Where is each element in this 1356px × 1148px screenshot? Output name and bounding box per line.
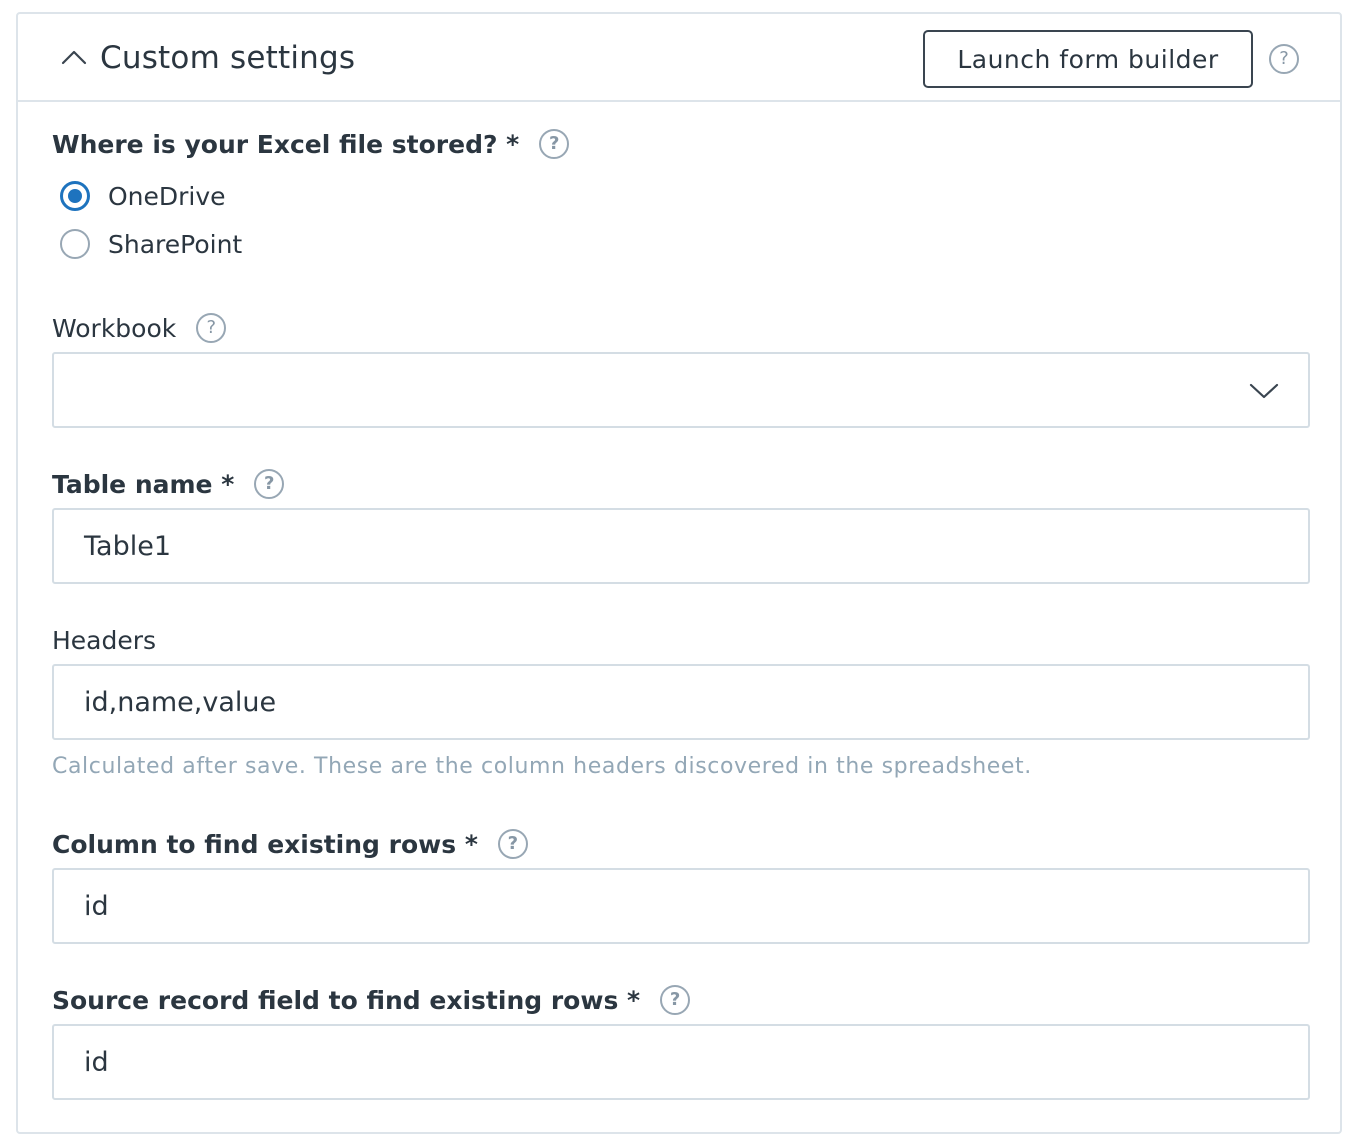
help-icon[interactable]: ? bbox=[1269, 44, 1299, 74]
headers-input[interactable]: id,name,value bbox=[52, 664, 1310, 740]
table-name-label-text: Table name * bbox=[52, 469, 235, 499]
source-field-label: Source record field to find existing row… bbox=[52, 982, 691, 1018]
table-name-label: Table name * ? bbox=[52, 466, 285, 502]
help-icon[interactable]: ? bbox=[254, 469, 285, 499]
radio-button-sharepoint[interactable] bbox=[60, 229, 90, 259]
workbook-select[interactable] bbox=[52, 352, 1310, 428]
collapse-toggle[interactable]: Custom settings bbox=[60, 36, 355, 80]
radio-option-sharepoint[interactable]: SharePoint bbox=[60, 226, 242, 262]
radio-label-onedrive: OneDrive bbox=[108, 181, 226, 211]
source-field-input[interactable]: id bbox=[52, 1024, 1310, 1100]
help-icon[interactable]: ? bbox=[497, 829, 528, 859]
radio-label-sharepoint: SharePoint bbox=[108, 229, 243, 259]
source-field-label-text: Source record field to find existing row… bbox=[52, 985, 641, 1015]
help-icon[interactable]: ? bbox=[196, 313, 227, 343]
headers-label: Headers bbox=[52, 622, 176, 658]
panel-header: Custom settings Launch form builder ? bbox=[18, 14, 1340, 102]
column-find-label: Column to find existing rows * ? bbox=[52, 826, 528, 862]
storage-label: Where is your Excel file stored? * ? bbox=[52, 126, 570, 162]
radio-option-onedrive[interactable]: OneDrive bbox=[60, 178, 226, 214]
chevron-down-icon bbox=[1249, 383, 1279, 399]
column-find-label-text: Column to find existing rows * bbox=[52, 829, 478, 859]
column-find-input[interactable]: id bbox=[52, 868, 1310, 944]
panel-title: Custom settings bbox=[100, 40, 356, 76]
custom-settings-panel: Custom settings Launch form builder ? Wh… bbox=[16, 12, 1342, 1134]
workbook-label: Workbook ? bbox=[52, 310, 227, 346]
workbook-label-text: Workbook bbox=[52, 313, 177, 343]
launch-form-builder-button[interactable]: Launch form builder bbox=[923, 30, 1253, 88]
radio-button-onedrive[interactable] bbox=[60, 181, 90, 211]
chevron-up-icon bbox=[61, 50, 87, 65]
help-icon[interactable]: ? bbox=[539, 129, 570, 159]
headers-label-text: Headers bbox=[52, 625, 157, 655]
table-name-input[interactable]: Table1 bbox=[52, 508, 1310, 584]
headers-hint-text: Calculated after save. These are the col… bbox=[52, 754, 1032, 779]
help-icon[interactable]: ? bbox=[660, 985, 691, 1015]
storage-label-text: Where is your Excel file stored? * bbox=[52, 129, 520, 159]
